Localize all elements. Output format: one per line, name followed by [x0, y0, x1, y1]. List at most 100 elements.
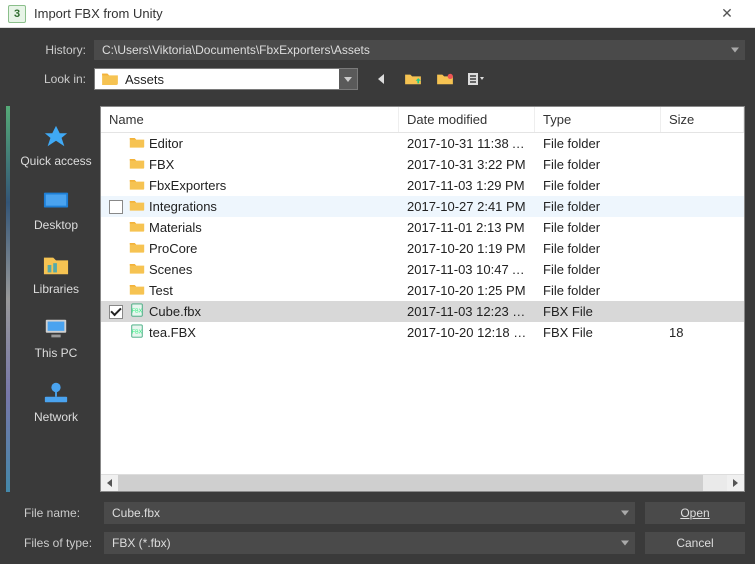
file-name: tea.FBX [149, 325, 196, 340]
file-row[interactable]: FBX 2017-10-31 3:22 PMFile folder [101, 154, 744, 175]
file-type: File folder [535, 241, 661, 256]
file-name: Cube.fbx [149, 304, 201, 319]
file-name: Test [149, 283, 173, 298]
file-name: Editor [149, 136, 183, 151]
places-bar: Quick access Desktop Libraries This PC Netwo… [12, 106, 100, 492]
place-libraries[interactable]: Libraries [33, 252, 79, 296]
place-label: Libraries [33, 282, 79, 296]
history-combo[interactable]: C:\Users\Viktoria\Documents\FbxExporters… [94, 40, 745, 60]
file-type: File folder [535, 283, 661, 298]
file-list-area: Name Date modified Type Size Editor 2017-… [100, 106, 745, 492]
folder-icon [129, 135, 145, 152]
file-date: 2017-10-20 1:19 PM [399, 241, 535, 256]
views-button[interactable] [466, 68, 488, 90]
file-type: File folder [535, 136, 661, 151]
folder-icon [129, 177, 145, 194]
bottom-bar: File name: Cube.fbx Open Files of type: … [0, 492, 755, 564]
lookin-combo[interactable]: Assets [94, 68, 358, 90]
col-type[interactable]: Type [535, 107, 661, 132]
file-name: Integrations [149, 199, 217, 214]
titlebar: 3 Import FBX from Unity ✕ [0, 0, 755, 28]
col-date[interactable]: Date modified [399, 107, 535, 132]
place-quick[interactable]: Quick access [20, 124, 91, 168]
filetype-combo[interactable]: FBX (*.fbx) [104, 532, 635, 554]
file-size: 18 [661, 325, 744, 340]
scroll-track[interactable] [118, 475, 727, 492]
file-date: 2017-11-03 1:29 PM [399, 178, 535, 193]
history-path: C:\Users\Viktoria\Documents\FbxExporters… [102, 43, 370, 57]
scroll-right-arrow[interactable] [727, 475, 744, 492]
nav-icons [370, 68, 488, 90]
filename-label: File name: [10, 506, 94, 520]
file-row[interactable]: Editor 2017-10-31 11:38 AMFile folder [101, 133, 744, 154]
open-button[interactable]: Open [645, 502, 745, 524]
place-thispc[interactable]: This PC [35, 316, 78, 360]
file-row[interactable]: FBX Cube.fbx 2017-11-03 12:23 PMFBX File [101, 301, 744, 322]
file-row[interactable]: Scenes 2017-11-03 10:47 AMFile folder [101, 259, 744, 280]
file-type: FBX File [535, 304, 661, 319]
file-date: 2017-10-31 11:38 AM [399, 136, 535, 151]
file-date: 2017-10-20 12:18 PM [399, 325, 535, 340]
chevron-down-icon [731, 48, 739, 53]
row-checkbox[interactable] [109, 200, 123, 214]
file-date: 2017-10-20 1:25 PM [399, 283, 535, 298]
place-desktop[interactable]: Desktop [34, 188, 78, 232]
file-name: ProCore [149, 241, 197, 256]
file-row[interactable]: Test 2017-10-20 1:25 PMFile folder [101, 280, 744, 301]
file-row[interactable]: FbxExporters 2017-11-03 1:29 PMFile folde… [101, 175, 744, 196]
place-label: This PC [35, 346, 78, 360]
folder-icon [129, 156, 145, 173]
file-date: 2017-11-03 10:47 AM [399, 262, 535, 277]
folder-icon [129, 240, 145, 257]
new-folder-button[interactable] [434, 68, 456, 90]
left-strip [6, 106, 10, 492]
filetype-label: Files of type: [10, 536, 94, 550]
back-button[interactable] [370, 68, 392, 90]
file-type: File folder [535, 199, 661, 214]
top-controls: History: C:\Users\Viktoria\Documents\Fbx… [0, 28, 755, 106]
file-row[interactable]: Integrations2017-10-27 2:41 PMFile folde… [101, 196, 744, 217]
chevron-down-icon [621, 511, 629, 516]
folder-icon [129, 261, 145, 278]
file-date: 2017-11-01 2:13 PM [399, 220, 535, 235]
folder-icon [129, 219, 145, 236]
file-type: File folder [535, 178, 661, 193]
file-type: File folder [535, 157, 661, 172]
scroll-thumb[interactable] [118, 475, 703, 492]
file-row[interactable]: Materials2017-11-01 2:13 PMFile folder [101, 217, 744, 238]
svg-text:FBX: FBX [132, 309, 143, 315]
filename-combo[interactable]: Cube.fbx [104, 502, 635, 524]
history-label: History: [10, 43, 94, 57]
lookin-chevron[interactable] [339, 69, 357, 89]
scroll-left-arrow[interactable] [101, 475, 118, 492]
place-network[interactable]: Network [34, 380, 78, 424]
horizontal-scrollbar[interactable] [101, 474, 744, 491]
app-icon: 3 [8, 5, 26, 23]
col-size[interactable]: Size [661, 107, 744, 132]
file-name: FBX [149, 157, 174, 172]
row-checkbox[interactable] [109, 305, 123, 319]
col-name[interactable]: Name [101, 107, 399, 132]
close-button[interactable]: ✕ [707, 0, 747, 28]
place-label: Network [34, 410, 78, 424]
file-row[interactable]: FBXtea.FBX2017-10-20 12:18 PMFBX File18 [101, 322, 744, 343]
file-date: 2017-10-31 3:22 PM [399, 157, 535, 172]
file-dialog: 3 Import FBX from Unity ✕ History: C:\Us… [0, 0, 755, 564]
file-name: Scenes [149, 262, 192, 277]
file-date: 2017-11-03 12:23 PM [399, 304, 535, 319]
svg-text:FBX: FBX [132, 330, 143, 336]
lookin-label: Look in: [10, 72, 94, 86]
file-type: File folder [535, 262, 661, 277]
fbx-file-icon: FBX [129, 324, 145, 341]
file-name: FbxExporters [149, 178, 226, 193]
fbx-file-icon: FBX [129, 303, 145, 320]
file-row[interactable]: ProCore 2017-10-20 1:19 PMFile folder [101, 238, 744, 259]
file-rows[interactable]: Editor2017-10-31 11:38 AMFile folderFBX2… [101, 133, 744, 474]
filetype-value: FBX (*.fbx) [112, 536, 171, 550]
folder-icon [129, 282, 145, 299]
file-type: File folder [535, 220, 661, 235]
up-folder-button[interactable] [402, 68, 424, 90]
place-label: Desktop [34, 218, 78, 232]
chevron-down-icon [621, 541, 629, 546]
cancel-button[interactable]: Cancel [645, 532, 745, 554]
